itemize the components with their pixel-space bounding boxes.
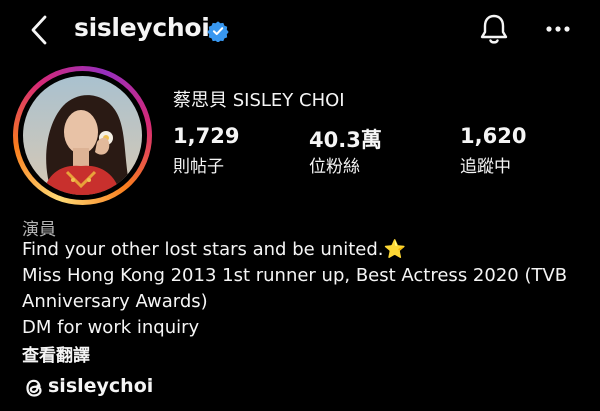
profile-username: sisleychoi <box>74 13 210 42</box>
avatar-photo <box>23 76 142 195</box>
bio-line: DM for work inquiry <box>22 317 200 338</box>
threads-icon[interactable] <box>20 374 48 402</box>
bio-line: Find your other lost stars and be united… <box>22 239 406 260</box>
back-arrow-icon <box>31 15 47 45</box>
display-name: 蔡思貝 SISLEY CHOI <box>173 90 345 111</box>
following-count[interactable]: 1,620 <box>460 124 526 148</box>
notifications-button[interactable] <box>478 12 510 46</box>
more-options-button[interactable] <box>543 19 573 39</box>
bio-line: Miss Hong Kong 2013 1st runner up, Best … <box>22 265 568 286</box>
verified-badge-icon <box>207 21 229 42</box>
posts-label[interactable]: 則帖子 <box>173 152 224 177</box>
posts-count[interactable]: 1,729 <box>173 124 239 148</box>
following-label[interactable]: 追蹤中 <box>460 152 511 177</box>
threads-link[interactable]: sisleychoi <box>48 375 153 397</box>
notification-bell-icon <box>480 14 508 44</box>
more-options-icon <box>546 26 570 32</box>
followers-label[interactable]: 位粉絲 <box>309 152 360 177</box>
see-translation-link[interactable]: 查看翻譯 <box>22 341 90 366</box>
followers-count[interactable]: 40.3萬 <box>309 124 382 154</box>
bio-line: Anniversary Awards) <box>22 291 208 312</box>
back-button[interactable] <box>26 12 56 48</box>
profile-avatar[interactable] <box>23 76 142 195</box>
